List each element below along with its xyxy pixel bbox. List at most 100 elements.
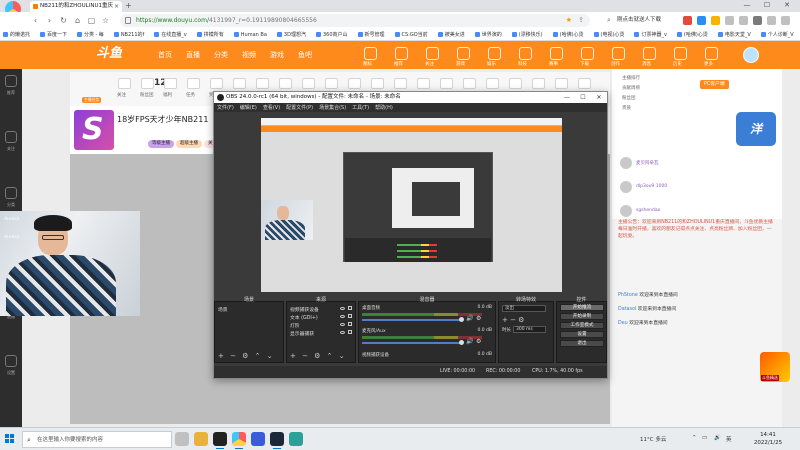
bookmark-item[interactable]: 百度一下 xyxy=(40,29,67,40)
douyu-nav-item[interactable]: 分类 xyxy=(214,50,228,60)
header-nav-icon[interactable] xyxy=(395,47,408,60)
rank-name[interactable]: sgshendao xyxy=(636,208,660,213)
bookmark-item[interactable]: Human Ba xyxy=(233,29,267,40)
rail-icon[interactable] xyxy=(5,355,17,367)
douyu-nav-item[interactable]: 首页 xyxy=(158,50,172,60)
weather[interactable]: 11°C 多云 xyxy=(640,435,666,443)
gift-icon[interactable] xyxy=(509,78,522,89)
tab-close-icon[interactable]: × xyxy=(114,1,119,12)
lock-icon[interactable] xyxy=(348,306,352,310)
chat-user[interactable]: Datasol xyxy=(618,307,636,312)
douyu-nav-item[interactable]: 直播 xyxy=(186,50,200,60)
douyu-nav-item[interactable]: 鱼吧 xyxy=(298,50,312,60)
app-taskbar-icon[interactable] xyxy=(289,432,303,446)
gift-icon[interactable] xyxy=(233,78,246,89)
gift-icon[interactable] xyxy=(578,78,591,89)
task-view-icon[interactable] xyxy=(175,432,189,446)
share-icon[interactable]: ⇪ xyxy=(578,14,584,27)
bookmark-item[interactable]: 的懒诺托 xyxy=(3,29,30,40)
rail-icon[interactable] xyxy=(5,187,17,199)
visibility-eye-icon[interactable] xyxy=(340,331,345,334)
obs-menu-item[interactable]: 场景集合(S) xyxy=(319,104,346,113)
volume-knob[interactable] xyxy=(459,317,464,322)
chat-user[interactable]: PhStone xyxy=(618,293,638,298)
header-nav-icon[interactable] xyxy=(488,47,501,60)
rank-name[interactable]: 麦贝阿朵瓦 xyxy=(636,160,659,166)
duration-input[interactable]: 300 ms xyxy=(513,326,546,333)
bookmark-item[interactable]: 3D理想汽 xyxy=(276,29,306,40)
header-nav-icon[interactable] xyxy=(581,47,594,60)
bookmark-item[interactable]: 被美女进 xyxy=(437,29,465,40)
bookmark-item[interactable]: (哈佛)心烫 xyxy=(676,29,708,40)
forward-arrow-icon[interactable]: › xyxy=(44,15,55,26)
tabs-icon[interactable]: ▢ xyxy=(86,15,97,26)
gift-icon[interactable] xyxy=(417,78,430,89)
gift-icon[interactable] xyxy=(463,78,476,89)
extension-icon[interactable] xyxy=(683,16,692,25)
obs-titlebar[interactable]: OBS 24.0.0-rc1 (64 bit, windows) - 配置文件:… xyxy=(214,92,607,103)
extension-icon[interactable] xyxy=(711,16,720,25)
volume-slider[interactable] xyxy=(362,319,462,321)
rank-avatar[interactable] xyxy=(620,157,632,169)
rank-tab[interactable]: 贵族 xyxy=(622,105,631,113)
obs-menu-item[interactable]: 工具(T) xyxy=(352,104,369,113)
gift-icon[interactable] xyxy=(440,78,453,89)
gift-icon[interactable] xyxy=(187,78,200,89)
rail-icon[interactable] xyxy=(5,131,17,143)
gift-icon[interactable] xyxy=(348,78,361,89)
bookmark-item[interactable]: 新号管理 xyxy=(357,29,385,40)
volume-icon[interactable]: 🔊 xyxy=(714,435,721,441)
taskbar-clock[interactable]: 14:41 2022/1/25 xyxy=(750,431,786,447)
obs-menu-item[interactable]: 帮助(H) xyxy=(375,104,393,113)
exit-button[interactable]: 退出 xyxy=(560,340,604,347)
gear-icon[interactable]: ⚙ xyxy=(476,315,481,322)
chat-user[interactable]: Deu xyxy=(618,321,628,326)
browser-search-box[interactable]: ⌕ 刚点击就送人下载 xyxy=(607,15,677,26)
bookmark-item[interactable]: CS:GO当前 xyxy=(394,29,428,40)
source-item[interactable]: 灯阶 xyxy=(290,322,300,329)
bookmark-item[interactable]: 分类 · 每 xyxy=(77,29,104,40)
obs-menu-item[interactable]: 编辑(E) xyxy=(240,104,257,113)
scene-item[interactable]: 场景 xyxy=(218,306,228,313)
speaker-icon[interactable]: 🔊 xyxy=(466,338,473,345)
gift-icon[interactable] xyxy=(141,78,154,89)
douyu-logo[interactable]: 斗鱼 xyxy=(96,44,136,64)
obs-maximize-button[interactable]: ☐ xyxy=(577,92,589,103)
obs-menu-item[interactable]: 配置文件(P) xyxy=(286,104,313,113)
gift-icon[interactable] xyxy=(256,78,269,89)
extension-icon[interactable] xyxy=(725,16,734,25)
mascot-widget[interactable]: 斗鱼精选 xyxy=(760,352,790,382)
gift-icon[interactable] xyxy=(532,78,545,89)
bookmark-item[interactable]: 在线直播_v xyxy=(154,29,187,40)
gift-icon[interactable] xyxy=(302,78,315,89)
header-nav-icon[interactable] xyxy=(426,47,439,60)
header-nav-icon[interactable] xyxy=(643,47,656,60)
bookmark-item[interactable]: NB211的f xyxy=(113,29,144,40)
download-icon[interactable] xyxy=(767,16,776,25)
studio-mode-button[interactable]: 工作室模式 xyxy=(560,322,604,329)
gift-icon[interactable] xyxy=(118,78,131,89)
rank-tab[interactable]: 粉丝团 xyxy=(622,95,636,103)
active-tab[interactable]: NB211的和ZHOULINU1重庆 × xyxy=(30,1,122,12)
gift-icon[interactable] xyxy=(394,78,407,89)
reload-icon[interactable]: ↻ xyxy=(58,15,69,26)
gift-icon[interactable] xyxy=(371,78,384,89)
event-badge[interactable]: 洋 xyxy=(736,112,776,146)
volume-knob[interactable] xyxy=(459,340,464,345)
room-avatar[interactable] xyxy=(74,110,114,150)
bookmark-star-icon[interactable]: ☆ xyxy=(100,15,111,26)
lock-icon[interactable] xyxy=(348,314,352,318)
scenes-tools[interactable]: + − ⚙ ⌃ ⌄ xyxy=(218,352,275,360)
gift-icon[interactable] xyxy=(486,78,499,89)
extension-icon[interactable] xyxy=(697,16,706,25)
bookmark-item[interactable]: 拼模所有 xyxy=(196,29,224,40)
header-nav-icon[interactable] xyxy=(364,47,377,60)
lock-icon[interactable] xyxy=(348,330,352,334)
gift-icon[interactable] xyxy=(325,78,338,89)
rank-avatar[interactable] xyxy=(620,181,632,193)
transition-tools[interactable]: + − ⚙ xyxy=(502,316,524,324)
visibility-eye-icon[interactable] xyxy=(340,323,345,326)
rank-name[interactable]: dlp3ou9 1000 xyxy=(636,184,667,189)
more-icon[interactable] xyxy=(781,16,790,25)
browser-close-button[interactable]: ✕ xyxy=(780,0,794,11)
